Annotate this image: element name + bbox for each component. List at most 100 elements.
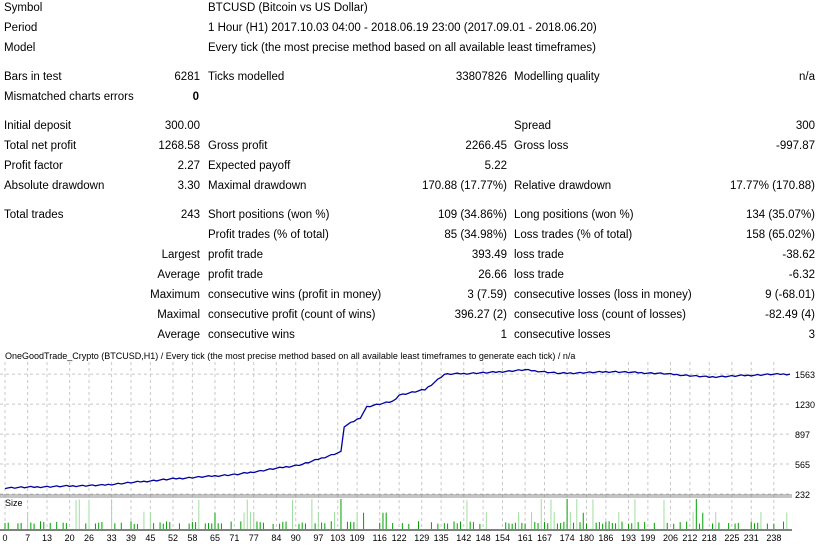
- report-pt: 85 (34.98%): [444, 229, 507, 241]
- x-tick-label: 20: [65, 533, 75, 543]
- x-tick-label: 174: [560, 533, 575, 543]
- report-deposit-label: Initial deposit: [4, 120, 72, 132]
- report-ticks: 33807826: [455, 71, 507, 83]
- report-rd: 17.77% (170.88): [729, 180, 815, 192]
- report-lpt: 393.49: [471, 249, 507, 261]
- x-tick-label: 193: [621, 533, 636, 543]
- y-tick-label: 565: [795, 460, 810, 470]
- report-lpt-label: profit trade: [208, 249, 263, 261]
- report-rd-label: Relative drawdown: [514, 180, 612, 192]
- x-tick-label: 52: [168, 533, 178, 543]
- x-tick-label: 7: [25, 533, 30, 543]
- y-tick-label: 897: [795, 430, 810, 440]
- report-mcl: 9 (-68.01): [765, 289, 815, 301]
- y-tick-label: 1230: [795, 400, 815, 410]
- report-pf: 2.27: [177, 160, 200, 172]
- x-tick-label: 180: [579, 533, 594, 543]
- report-deposit: 300.00: [164, 120, 200, 132]
- report-ad: 3.30: [177, 180, 200, 192]
- x-tick-label: 97: [313, 533, 323, 543]
- x-tick-label: 142: [456, 533, 471, 543]
- balance-line: [4, 368, 791, 490]
- x-tick-label: 161: [518, 533, 533, 543]
- report-maximum: Maximum: [150, 289, 200, 301]
- report-sp-label: Short positions (won %): [208, 209, 330, 221]
- size-label: Size: [5, 498, 23, 508]
- x-tick-label: 39: [126, 533, 136, 543]
- x-tick-label: 26: [84, 533, 94, 543]
- x-tick-label: 231: [744, 533, 759, 543]
- report-period-label: Period: [4, 22, 38, 34]
- report-gl-label: Gross loss: [514, 140, 569, 152]
- report-mcw-label: consecutive wins (profit in money): [208, 289, 382, 301]
- report-mcw: 3 (7.59): [467, 289, 507, 301]
- report-mcp: 396.27 (2): [454, 309, 507, 321]
- report-ticks-label: Ticks modelled: [208, 71, 285, 83]
- report-md: 170.88 (17.77%): [421, 180, 507, 192]
- x-tick-label: 33: [107, 533, 117, 543]
- x-tick-label: 45: [145, 533, 155, 543]
- report-model-label: Model: [4, 42, 36, 54]
- report-mcll: -82.49 (4): [765, 309, 815, 321]
- report-pt-label: Profit trades (% of total): [208, 229, 329, 241]
- report-md-label: Maximal drawdown: [208, 180, 307, 192]
- report-acw-label: consecutive wins: [208, 329, 295, 341]
- report-acl-label: consecutive losses: [514, 329, 611, 341]
- x-tick-label: 154: [495, 533, 510, 543]
- report-acw: 1: [500, 329, 507, 341]
- report-spread: 300: [795, 120, 815, 132]
- report-mismatch: 0: [192, 91, 199, 103]
- report-lp: 134 (35.07%): [745, 209, 815, 221]
- x-tick-label: 186: [598, 533, 613, 543]
- report-maximal: Maximal: [157, 309, 200, 321]
- x-tick-label: 238: [766, 533, 781, 543]
- report-bars: 6281: [174, 71, 200, 83]
- x-tick-label: 129: [414, 533, 429, 543]
- report-mismatch-label: Mismatched charts errors: [4, 91, 134, 103]
- report-sp: 109 (34.86%): [437, 209, 507, 221]
- x-tick-label: 90: [291, 533, 301, 543]
- report-ad-label: Absolute drawdown: [4, 180, 105, 192]
- x-tick-label: 199: [640, 533, 655, 543]
- report-apt-label: profit trade: [208, 269, 263, 281]
- x-tick-label: 109: [350, 533, 365, 543]
- report-ep-label: Expected payoff: [208, 160, 291, 172]
- report-tt-label: Total trades: [4, 209, 64, 221]
- x-tick-label: 225: [724, 533, 739, 543]
- report-lt: 158 (65.02%): [745, 229, 815, 241]
- y-tick-label: 232: [795, 490, 810, 500]
- report-llt: -38.62: [782, 249, 815, 261]
- report-largest: Largest: [161, 249, 200, 261]
- report-bars-label: Bars in test: [4, 71, 62, 83]
- report-quality-label: Modelling quality: [514, 71, 600, 83]
- x-tick-label: 58: [187, 533, 197, 543]
- report-quality: n/a: [799, 71, 815, 83]
- report-model: Every tick (the most precise method base…: [208, 42, 596, 54]
- report-average2: Average: [157, 329, 200, 341]
- x-tick-label: 71: [229, 533, 239, 543]
- report-pf-label: Profit factor: [4, 160, 63, 172]
- report-apt: 26.66: [478, 269, 507, 281]
- report-tt: 243: [180, 209, 200, 221]
- x-tick-label: 167: [537, 533, 552, 543]
- x-tick-label: 84: [271, 533, 281, 543]
- balance-chart: OneGoodTrade_Crypto (BTCUSD,H1) / Every …: [0, 348, 819, 547]
- x-tick-label: 13: [42, 533, 52, 543]
- report-alt: -6.32: [788, 269, 815, 281]
- y-tick-label: 1563: [795, 370, 815, 380]
- x-tick-label: 122: [392, 533, 407, 543]
- report-lp-label: Long positions (won %): [514, 209, 634, 221]
- x-tick-label: 103: [330, 533, 345, 543]
- report-llt-label: loss trade: [514, 249, 564, 261]
- x-tick-label: 77: [249, 533, 259, 543]
- report-alt-label: loss trade: [514, 269, 564, 281]
- report-period: 1 Hour (H1) 2017.10.03 04:00 - 2018.06.1…: [208, 22, 597, 34]
- report-lt-label: Loss trades (% of total): [514, 229, 633, 241]
- report-symbol-label: Symbol: [4, 2, 43, 14]
- x-tick-label: 212: [682, 533, 697, 543]
- report-spread-label: Spread: [514, 120, 552, 132]
- report-mcl-label: consecutive losses (loss in money): [514, 289, 692, 301]
- chart-svg: 0 7 13 20 26 33 39 45 52 58 65 71 77 84 90 97 103 109 116 1…: [0, 362, 815, 543]
- x-tick-label: 116: [373, 533, 387, 543]
- report-ep: 5.22: [484, 160, 507, 172]
